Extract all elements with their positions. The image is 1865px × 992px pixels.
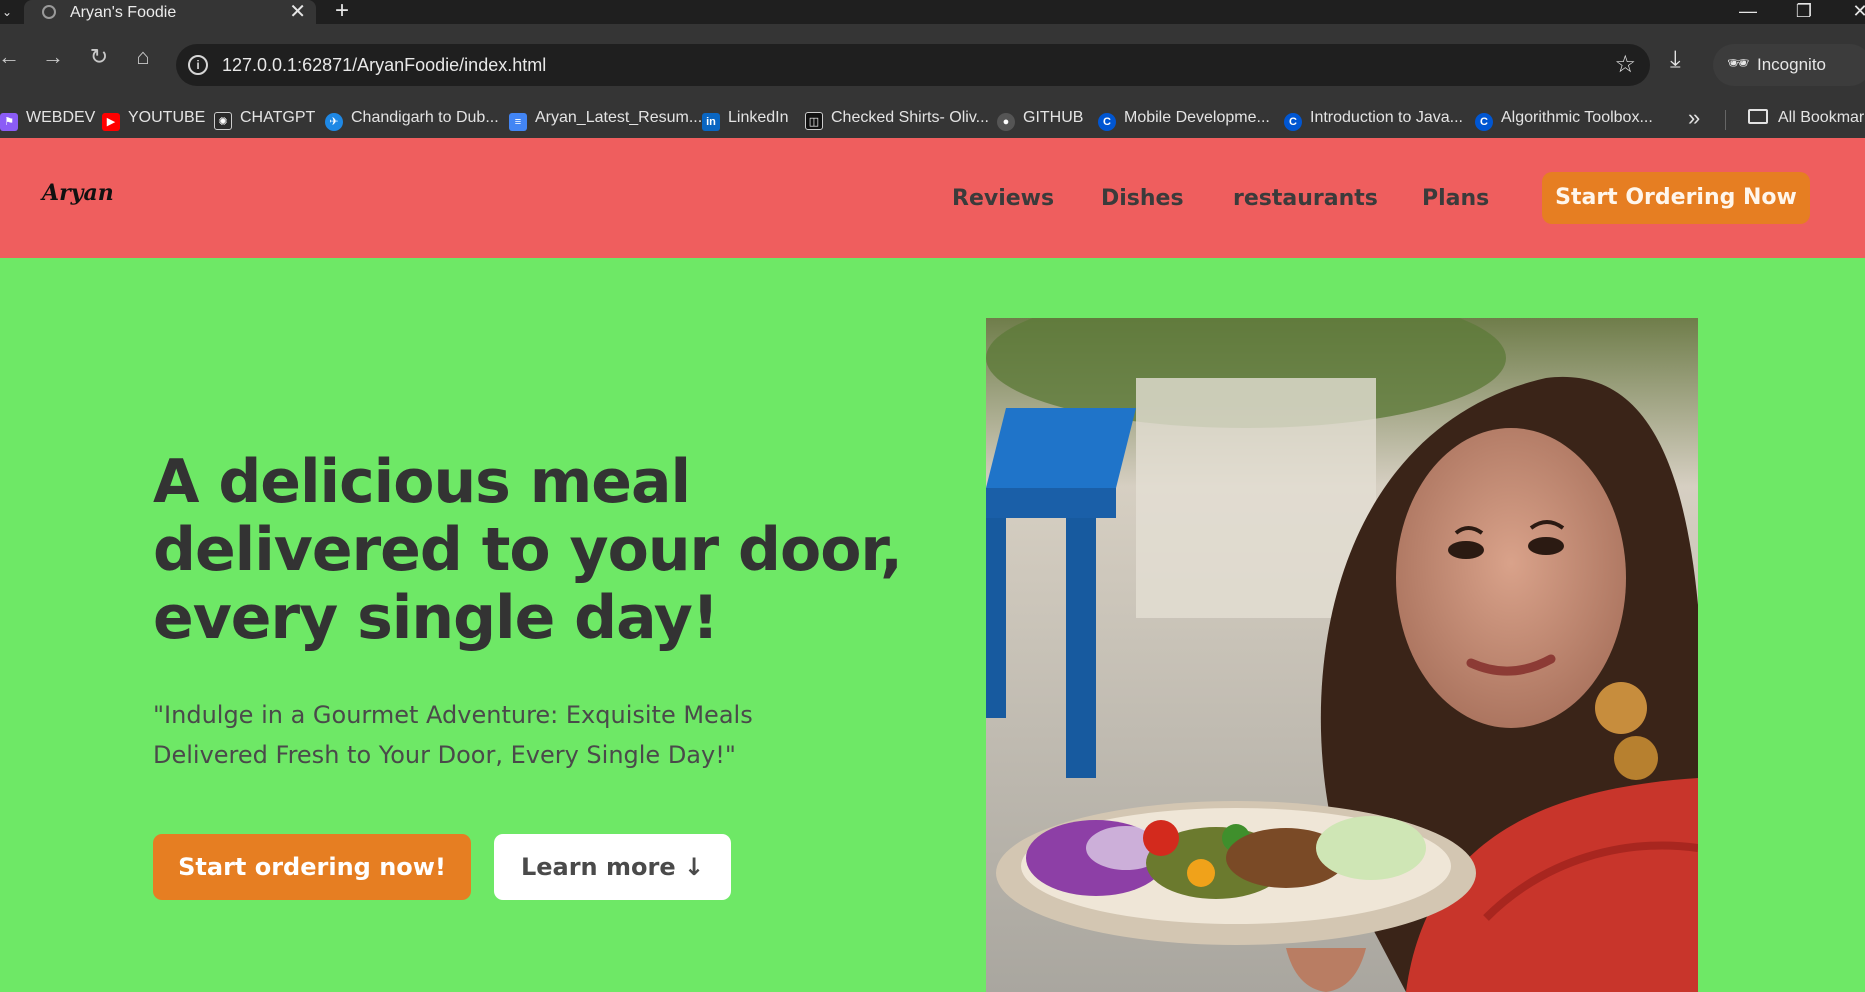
new-tab-button[interactable]: +: [335, 0, 349, 24]
folder-icon: [1748, 109, 1768, 124]
nav-link-reviews[interactable]: Reviews: [952, 186, 1054, 211]
webdev-icon: ⚑: [0, 113, 18, 131]
hero-title: A delicious meal delivered to your door,…: [153, 447, 903, 653]
bookmarks-bar: ⚑ WEBDEV ▶ YOUTUBE ✺ CHATGPT ✈ Chandigarh to…: [0, 100, 1865, 138]
tab-title: Aryan's Foodie: [70, 4, 177, 21]
nav-link-dishes[interactable]: Dishes: [1101, 186, 1184, 211]
bookmark-intro-java[interactable]: C Introduction to Java...: [1284, 109, 1463, 131]
woman-with-meal-photo: [986, 318, 1698, 992]
forward-button[interactable]: →: [38, 42, 68, 72]
github-icon: ●: [997, 113, 1015, 131]
bookmark-mobile-dev[interactable]: C Mobile Developme...: [1098, 109, 1270, 131]
bookmark-chatgpt[interactable]: ✺ CHATGPT: [214, 109, 315, 130]
home-button[interactable]: ⌂: [128, 42, 158, 72]
hero-description: "Indulge in a Gourmet Adventure: Exquisi…: [153, 701, 753, 769]
coursera-icon: C: [1475, 113, 1493, 131]
coursera-icon: C: [1284, 113, 1302, 131]
bookmark-youtube[interactable]: ▶ YOUTUBE: [102, 109, 205, 131]
youtube-icon: ▶: [102, 113, 120, 131]
chatgpt-icon: ✺: [214, 112, 232, 130]
incognito-label: Incognito: [1757, 55, 1826, 74]
incognito-badge[interactable]: 🕶 Incognito: [1713, 44, 1865, 86]
browser-tab-bar: ⌄ Aryan's Foodie ✕ + — ❐ ✕: [0, 0, 1865, 24]
shop-icon: ◫: [805, 112, 823, 130]
doc-icon: ≡: [509, 113, 527, 131]
site-header: Aryan Reviews Dishes restaurants Plans S…: [0, 138, 1865, 258]
bookmark-github[interactable]: ● GITHUB: [997, 109, 1083, 131]
star-icon[interactable]: ☆: [1614, 50, 1636, 79]
nav-link-plans[interactable]: Plans: [1422, 186, 1489, 211]
site-info-icon[interactable]: i: [188, 55, 208, 75]
back-button[interactable]: ←: [0, 42, 24, 72]
bookmark-shirts[interactable]: ◫ Checked Shirts- Oliv...: [805, 109, 989, 130]
bookmarks-overflow-button[interactable]: »: [1688, 105, 1700, 131]
bookmark-linkedin[interactable]: in LinkedIn: [702, 109, 789, 131]
all-bookmarks-button[interactable]: All Bookmarks: [1748, 109, 1865, 127]
start-ordering-nav-button[interactable]: Start Ordering Now: [1542, 172, 1810, 224]
window-close-button[interactable]: ✕: [1840, 0, 1865, 24]
flight-icon: ✈: [325, 113, 343, 131]
bookmark-flight[interactable]: ✈ Chandigarh to Dub...: [325, 109, 499, 131]
minimize-button[interactable]: —: [1728, 0, 1768, 24]
linkedin-icon: in: [702, 113, 720, 131]
browser-tab[interactable]: Aryan's Foodie ✕: [24, 0, 316, 24]
globe-icon: [42, 5, 56, 19]
close-icon[interactable]: ✕: [289, 1, 306, 23]
reload-button[interactable]: ↻: [84, 42, 114, 72]
bookmark-algorithmic-toolbox[interactable]: C Algorithmic Toolbox...: [1475, 109, 1653, 131]
nav-link-restaurants[interactable]: restaurants: [1233, 186, 1378, 211]
bookmarks-divider: [1725, 110, 1726, 130]
incognito-icon: 🕶: [1727, 53, 1750, 73]
restore-button[interactable]: ❐: [1784, 0, 1824, 24]
bookmark-webdev[interactable]: ⚑ WEBDEV: [0, 109, 95, 131]
bookmark-resume[interactable]: ≡ Aryan_Latest_Resum...: [509, 109, 702, 131]
browser-toolbar: ← → ↻ ⌂ i 127.0.0.1:62871/AryanFoodie/in…: [0, 24, 1865, 108]
download-icon[interactable]: ⤓: [1670, 46, 1681, 74]
address-bar[interactable]: i 127.0.0.1:62871/AryanFoodie/index.html…: [176, 44, 1650, 86]
start-ordering-button[interactable]: Start ordering now!: [153, 834, 471, 900]
hero-image: [986, 318, 1698, 992]
url-text[interactable]: 127.0.0.1:62871/AryanFoodie/index.html: [222, 55, 546, 76]
site-logo[interactable]: Aryan: [42, 180, 114, 206]
coursera-icon: C: [1098, 113, 1116, 131]
tab-search-icon[interactable]: ⌄: [0, 2, 14, 22]
learn-more-button[interactable]: Learn more ↓: [494, 834, 731, 900]
